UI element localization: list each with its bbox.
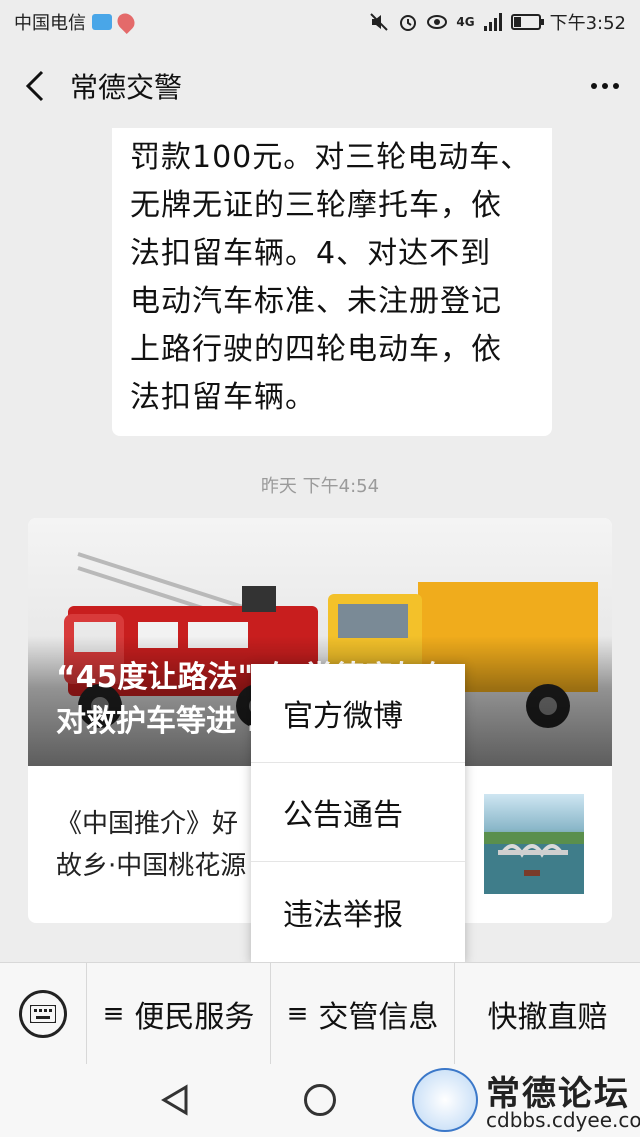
menu-button-services[interactable]: ≡ 便民服务 xyxy=(86,962,270,1065)
popup-menu: 官方微博 公告通告 违法举报 xyxy=(251,664,465,962)
keyboard-button[interactable] xyxy=(0,963,86,1065)
menu-button-label: 交管信息 xyxy=(318,999,439,1035)
menu-item-official-weibo[interactable]: 官方微博 xyxy=(251,664,465,763)
watermark-url: cdbbs.cdyee.com xyxy=(486,1108,640,1132)
hamburger-icon: ≡ xyxy=(286,998,309,1029)
more-dot xyxy=(602,83,608,89)
message-bubble: 罚款100元。对三轮电动车、 无牌无证的三轮摩托车，依 法扣留车辆。4、对达不到… xyxy=(112,128,552,436)
message-line: 法扣留车辆。 xyxy=(130,380,316,415)
page-title: 常德交警 xyxy=(70,71,183,104)
message-line: 电动汽车标准、未注册登记 xyxy=(130,284,502,319)
bottom-menu-bar: ≡ 便民服务 ≡ 交管信息 快撤直赔 xyxy=(0,962,640,1065)
sub-article-thumbnail xyxy=(484,794,584,894)
keyboard-icon xyxy=(19,989,67,1038)
alarm-icon xyxy=(400,15,417,31)
message-line: 罚款100元。对三轮电动车、 xyxy=(130,140,532,175)
message-timestamp: 昨天 下午4:54 xyxy=(260,476,380,497)
battery-icon xyxy=(510,14,544,30)
menu-button-label: 快撤直赔 xyxy=(487,999,608,1035)
forum-watermark: 常德论坛 cdbbs.cdyee.com xyxy=(410,1062,640,1137)
status-right: 4G 下午3:52 xyxy=(369,9,626,35)
chevron-left-icon xyxy=(25,70,44,102)
menu-item-announcements[interactable]: 公告通告 xyxy=(251,763,465,862)
signal-icon xyxy=(483,13,502,31)
menu-item-violation-report[interactable]: 违法举报 xyxy=(251,862,465,961)
location-icon xyxy=(113,9,139,35)
more-button[interactable] xyxy=(570,44,640,128)
hamburger-icon: ≡ xyxy=(102,998,125,1029)
back-button[interactable] xyxy=(0,44,70,128)
triangle-back-icon[interactable] xyxy=(160,1084,190,1116)
message-line: 法扣留车辆。4、对达不到 xyxy=(130,236,492,271)
status-bar: 中国电信 4G 下午3:52 xyxy=(0,0,640,44)
clock-label: 下午3:52 xyxy=(549,13,626,34)
message-line: 上路行驶的四轮电动车，依 xyxy=(130,332,502,367)
title-bar: 常德交警 xyxy=(0,44,640,128)
notification-icon xyxy=(92,14,112,30)
status-left: 中国电信 xyxy=(14,9,139,35)
menu-button-quick-claims[interactable]: 快撤直赔 xyxy=(454,962,640,1065)
menu-button-label: 便民服务 xyxy=(134,999,255,1035)
menu-button-traffic-info[interactable]: ≡ 交管信息 xyxy=(270,962,454,1065)
bridge-image xyxy=(484,832,584,894)
forum-logo-icon xyxy=(412,1068,478,1132)
message-line: 无牌无证的三轮摩托车，依 xyxy=(130,188,502,223)
network-label: 4G xyxy=(456,15,475,29)
mute-icon xyxy=(370,13,389,31)
circle-home-icon[interactable] xyxy=(304,1084,336,1116)
eye-icon xyxy=(427,15,448,29)
more-dot xyxy=(613,83,619,89)
more-dots-icon xyxy=(591,83,597,89)
carrier-label: 中国电信 xyxy=(14,13,86,34)
